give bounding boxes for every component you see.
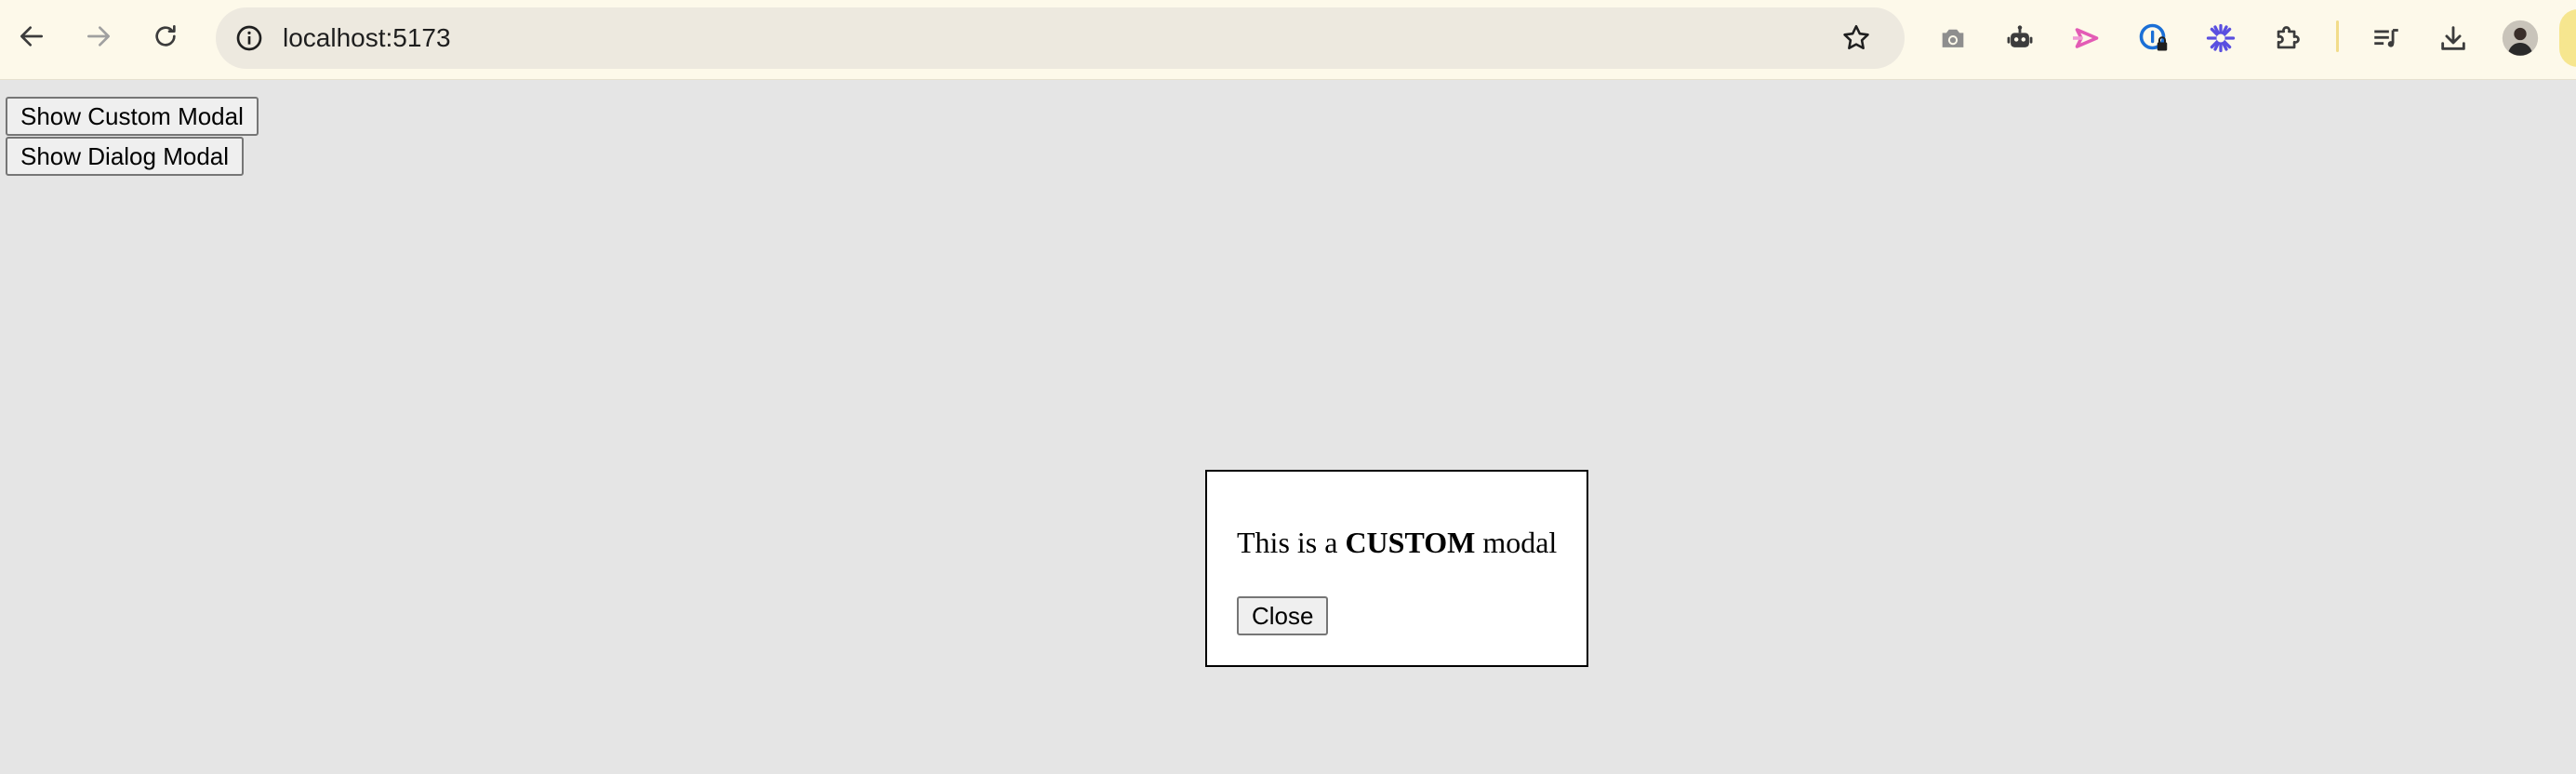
- modal-message-prefix: This is a: [1237, 526, 1346, 559]
- modal-message: This is a CUSTOM modal: [1237, 526, 1557, 560]
- info-icon: [236, 25, 262, 51]
- browser-toolbar: localhost:5173: [0, 0, 2576, 80]
- address-bar[interactable]: localhost:5173: [216, 7, 1905, 69]
- media-button[interactable]: [2364, 16, 2409, 60]
- puzzle-icon: [2277, 26, 2300, 49]
- forward-button[interactable]: [76, 14, 121, 59]
- avatar: [2502, 20, 2539, 57]
- download-icon: [2441, 26, 2465, 50]
- reload-icon: [155, 25, 176, 47]
- robot-extension-button[interactable]: [1998, 16, 2042, 60]
- back-button[interactable]: [9, 14, 54, 59]
- extensions-button[interactable]: [2265, 16, 2310, 60]
- password-extension-button[interactable]: [2131, 16, 2176, 60]
- asterisk-extension-button[interactable]: [2198, 16, 2243, 60]
- media-queue-icon: [2374, 29, 2398, 47]
- camera-extension-button[interactable]: [1931, 16, 1975, 60]
- custom-modal: This is a CUSTOM modal Close: [1205, 470, 1588, 667]
- star-icon: [1843, 24, 1869, 50]
- modal-message-suffix: modal: [1475, 526, 1558, 559]
- show-custom-modal-button[interactable]: Show Custom Modal: [6, 97, 259, 136]
- show-dialog-modal-button[interactable]: Show Dialog Modal: [6, 137, 245, 176]
- profile-button[interactable]: [2498, 16, 2543, 60]
- modal-message-emphasis: CUSTOM: [1345, 526, 1476, 559]
- download-button[interactable]: [2431, 16, 2476, 60]
- arrow-left-icon: [20, 26, 43, 47]
- arrow-right-icon: [87, 26, 110, 47]
- profile-chip[interactable]: [2559, 9, 2576, 67]
- site-info-button[interactable]: [229, 18, 270, 59]
- reload-button[interactable]: [143, 14, 188, 59]
- url-text[interactable]: localhost:5173: [283, 7, 451, 69]
- page-content: Show Custom Modal Show Dialog Modal This…: [0, 80, 2576, 774]
- robot-icon: [2007, 25, 2033, 47]
- camera-icon: [1942, 29, 1964, 47]
- pink-arrow-extension-button[interactable]: [2065, 16, 2109, 60]
- bookmark-button[interactable]: [1836, 18, 1877, 59]
- toolbar-divider: [2336, 20, 2339, 52]
- pink-arrow-extension-icon: [2073, 28, 2099, 48]
- lock-password-icon: [2139, 23, 2168, 51]
- close-button[interactable]: Close: [1237, 596, 1329, 635]
- asterisk-extension-icon: [2206, 23, 2236, 53]
